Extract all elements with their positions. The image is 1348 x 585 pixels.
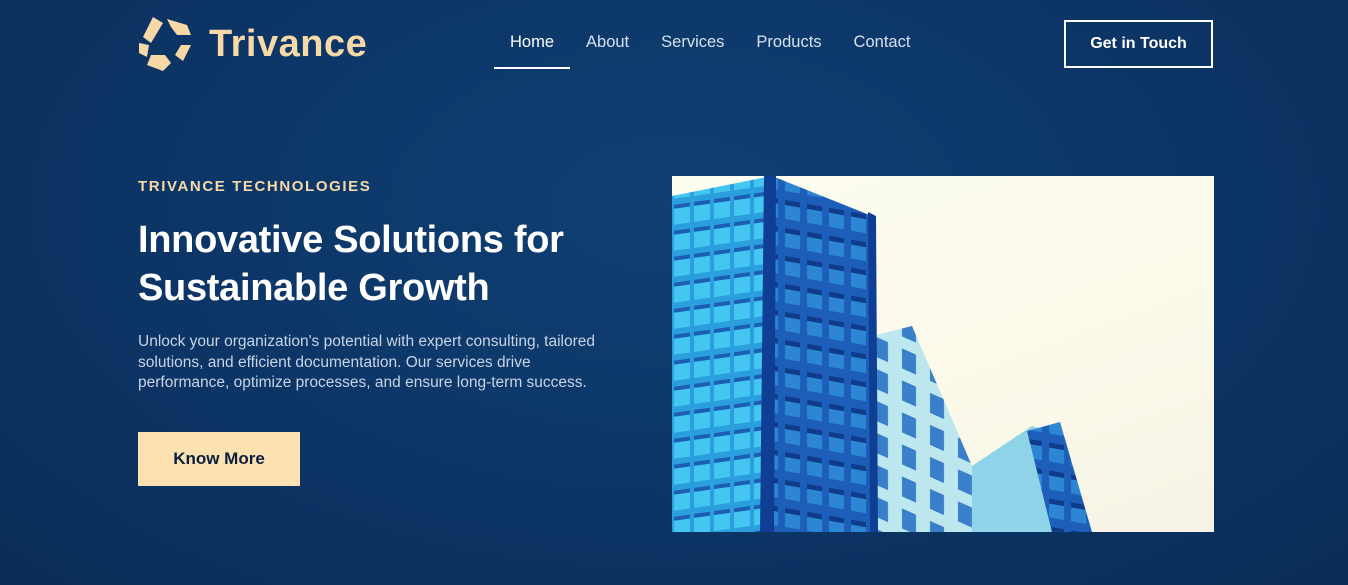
brand-name: Trivance — [209, 23, 368, 65]
nav-item-services[interactable]: Services — [645, 22, 740, 69]
brand-logo[interactable]: Trivance — [137, 15, 367, 73]
nav-item-products[interactable]: Products — [740, 22, 837, 69]
know-more-button[interactable]: Know More — [138, 432, 300, 486]
main-nav: Home About Services Products Contact — [494, 22, 926, 69]
hero-headline-line2: Sustainable Growth — [138, 267, 490, 309]
hero-eyebrow: TRIVANCE TECHNOLOGIES — [138, 178, 372, 195]
site-header: Trivance Home About Services Products Co… — [0, 0, 1348, 90]
nav-item-about[interactable]: About — [570, 22, 645, 69]
hero-headline: Innovative Solutions for Sustainable Gro… — [138, 216, 618, 312]
get-in-touch-button[interactable]: Get in Touch — [1064, 20, 1213, 68]
hero-headline-line1: Innovative Solutions for — [138, 219, 564, 261]
hero-building-image — [672, 176, 1214, 532]
trivance-logo-icon — [137, 15, 195, 73]
nav-item-contact[interactable]: Contact — [838, 22, 927, 69]
hero-description: Unlock your organization's potential wit… — [138, 333, 596, 391]
nav-item-home[interactable]: Home — [494, 22, 571, 69]
